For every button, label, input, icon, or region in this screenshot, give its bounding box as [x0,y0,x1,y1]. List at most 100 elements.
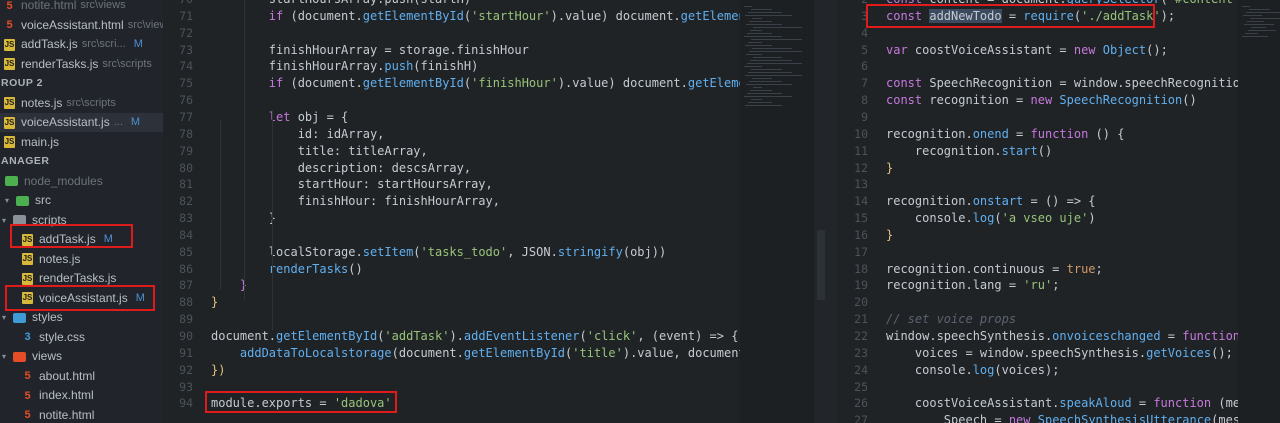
code-line[interactable]: 91 addDataToLocalstorage(document.getEle… [163,345,740,362]
code-line[interactable]: 9 [838,109,886,126]
code-token: } [886,227,894,242]
explorer-sidebar: 5 notite.html src\views 5 voiceAssistant.htm… [0,0,163,423]
explorer-header[interactable]: ANAGER [0,152,50,171]
code-line[interactable]: 8 const recognition = new SpeechRecogniti… [838,92,1197,109]
code-line[interactable]: 20 [838,294,886,311]
code-line[interactable]: 10 recognition.onend = function () { [838,126,1124,143]
editor-addtask-js[interactable]: 70 startHoursArray.push(startH)71 if (do… [163,0,740,423]
open-editor-item[interactable]: 5 notite.html src\views [0,0,163,15]
file-name: renderTasks.js [39,271,117,285]
code-line[interactable]: 72 [163,25,211,42]
open-editor-item[interactable]: JS renderTasks.js src\scripts [0,55,163,74]
scrollbar-thumb[interactable] [817,230,825,300]
code-line[interactable]: 92}) [163,362,225,379]
code-line[interactable]: 21 // set voice props [838,311,1016,328]
code-token: startHoursArray.push(startH) [211,0,471,6]
code-token: function [1182,329,1238,343]
code-line[interactable]: 85 localStorage.setItem('tasks_todo', JS… [163,244,666,261]
minimap-line [749,51,802,52]
code-token: = () => { [1023,194,1096,209]
js-file-icon: JS [4,97,15,109]
code-token: getElementBy [687,76,740,91]
minimap-right[interactable] [1238,0,1280,423]
code-line[interactable]: 17 [838,244,886,261]
code-line[interactable]: 13 [838,176,886,193]
chevron-down-icon[interactable]: ▾ [2,211,10,230]
code-line[interactable]: 14 recognition.onstart = () => { [838,193,1096,210]
file-name: notite.html [21,0,77,12]
chevron-down-icon[interactable]: ▾ [2,308,10,327]
code-line[interactable]: 18 recognition.continuous = true; [838,261,1103,278]
code-line[interactable]: 78 id: idArray, [163,126,384,143]
tree-item[interactable]: ▾ views [0,347,163,366]
code-line[interactable]: 25 [838,379,886,396]
open-editor-item[interactable]: 5 voiceAssistant.htmlsrc\views [0,16,163,35]
code-line[interactable]: 75 if (document.getElementById('finishHo… [163,75,740,92]
tree-item[interactable]: JS renderTasks.js [0,269,163,288]
tree-item[interactable]: 5 notite.html [0,406,163,423]
code-line[interactable]: 11 recognition.start() [838,143,1052,160]
code-line[interactable]: 84 [163,227,211,244]
code-line[interactable]: 27 Speech = new SpeechSynthesisUtterance… [838,412,1238,423]
code-line[interactable]: 89 [163,311,211,328]
tree-item[interactable]: JS voiceAssistant.js M [0,289,163,308]
open-editor-item[interactable]: JS addTask.js src\scri... M [0,35,163,54]
code-line[interactable]: 7 const SpeechRecognition = window.speech… [838,75,1238,92]
code-line[interactable]: 86 renderTasks() [163,261,363,278]
code-line[interactable]: 3 const addNewTodo = require('./addTask')… [838,8,1175,25]
code-line[interactable]: 16} [838,227,893,244]
code-line[interactable]: 81 startHour: startHoursArray, [163,176,493,193]
line-number: 77 [179,109,193,124]
code-line[interactable]: 82 finishHour: finishHourArray, [163,193,500,210]
tree-item[interactable]: ▾ styles [0,308,163,327]
open-editor-item[interactable]: JS main.js [0,133,163,152]
code-line[interactable]: 19 recognition.lang = 'ru'; [838,277,1059,294]
editor-voiceassistant-js[interactable]: 2const content = document.querySelector(… [838,0,1238,423]
code-line[interactable]: 15 console.log('a vseo uje') [838,210,1095,227]
code-line[interactable]: 79 title: titleArray, [163,143,428,160]
code-line[interactable]: 88} [163,294,218,311]
open-editor-item[interactable]: JS notes.js src\scripts [0,94,163,113]
code-line[interactable]: 26 coostVoiceAssistant.speakAloud = func… [838,395,1238,412]
tree-item[interactable]: 3 style.css [0,328,163,347]
code-line[interactable]: 93 [163,379,211,396]
code-line[interactable]: 76 [163,92,211,109]
code-line[interactable]: 24 console.log(voices); [838,362,1059,379]
code-line[interactable]: 74 finishHourArray.push(finishH) [163,58,478,75]
tree-item[interactable]: JS addTask.js M [0,230,163,249]
file-name: addTask.js [21,37,78,51]
tree-item[interactable]: 5 index.html [0,386,163,405]
minimap-left[interactable] [740,0,814,423]
code-line[interactable]: 23 voices = window.speechSynthesis.getVo… [838,345,1233,362]
code-line[interactable]: 12} [838,160,893,177]
tree-item[interactable]: node_modules [0,172,163,191]
code-line[interactable]: 71 if (document.getElementById('startHou… [163,8,740,25]
scrollbar-left[interactable] [814,0,838,423]
code-line[interactable]: 90 document.getElementById ('addTask').add… [163,328,738,345]
line-number: 75 [179,76,193,91]
chevron-down-icon[interactable]: ▾ [5,191,13,210]
code-line[interactable]: 22 window.speechSynthesis.onvoiceschanged… [838,328,1238,345]
tree-item[interactable]: ▾ scripts [0,211,163,230]
tree-item[interactable]: ▾ src [0,191,163,210]
tree-item[interactable]: JS notes.js [0,250,163,269]
group-header[interactable]: ROUP 2 [0,74,43,93]
code-line[interactable]: 5 var coostVoiceAssistant = new Object(); [838,42,1168,59]
code-line[interactable]: 73 finishHourArray = storage.finishHour [163,42,529,59]
code-line[interactable]: 77 let obj = { [163,109,348,126]
code-line[interactable]: 94 module.exports = 'dadova' [163,395,391,412]
code-token: () { [1088,126,1125,141]
code-line[interactable]: 4 [838,25,886,42]
tree-item[interactable]: 5 about.html [0,367,163,386]
open-editor-item[interactable]: JS voiceAssistant.js... M [0,113,163,132]
code-line[interactable]: 6 [838,58,886,75]
line-number: 92 [179,362,193,377]
code-token: const [886,8,923,23]
code-line[interactable]: 80 description: descsArray, [163,160,471,177]
line-number: 81 [179,177,193,192]
code-line[interactable]: 70 startHoursArray.push(startH) [163,0,471,8]
code-line[interactable]: 87 } [163,277,247,294]
chevron-down-icon[interactable]: ▾ [2,347,10,366]
code-line[interactable]: 2 const content = document.querySelector(… [838,0,1238,8]
code-token: (finishH) [413,59,479,74]
